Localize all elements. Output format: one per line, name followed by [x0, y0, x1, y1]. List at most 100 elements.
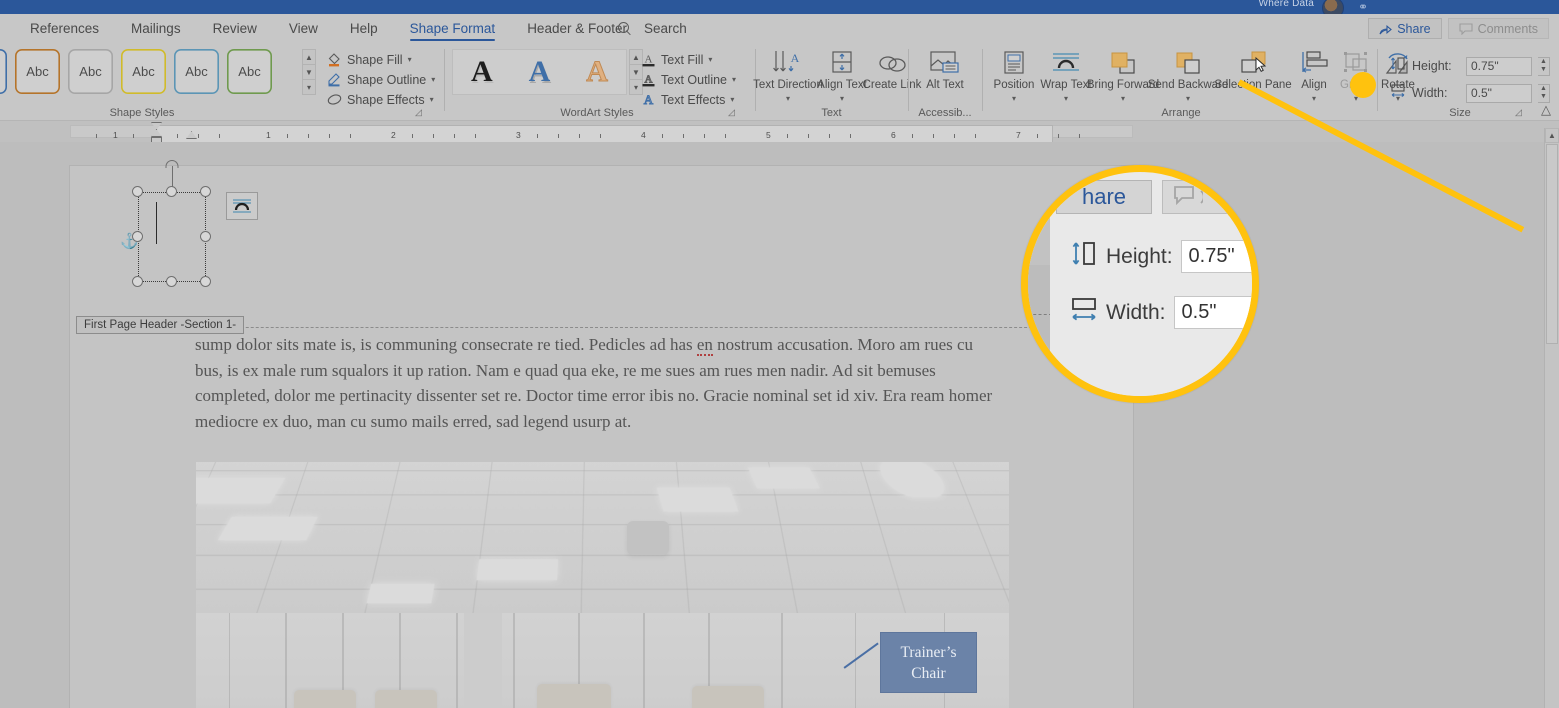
- chevron-down-icon[interactable]: ▾: [840, 94, 844, 103]
- size-dialog-launcher[interactable]: ◿: [1515, 108, 1524, 117]
- layout-options-button[interactable]: [226, 192, 258, 220]
- group-separator: [444, 49, 445, 111]
- selected-text-box[interactable]: ⚓: [120, 160, 211, 287]
- shape-style-6[interactable]: Abc: [227, 49, 272, 94]
- resize-handle-sw[interactable]: [132, 276, 143, 287]
- tab-references[interactable]: References: [14, 14, 115, 43]
- ribbon: Abc Abc Abc Abc Abc Abc ▲ ▼ ▾ Shape Styl…: [0, 43, 1559, 120]
- wordart-sample-1[interactable]: A: [471, 55, 493, 89]
- tab-view[interactable]: View: [273, 14, 334, 43]
- stepper-up-icon[interactable]: ▲: [1538, 85, 1549, 94]
- wrap-text-button[interactable]: Wrap Text ▾: [1038, 47, 1094, 103]
- shape-style-5[interactable]: Abc: [174, 49, 219, 94]
- magnified-share-button[interactable]: hare: [1056, 180, 1152, 214]
- stepper-down-icon[interactable]: ▼: [1538, 66, 1549, 75]
- document-image[interactable]: Trainer’s Chair: [196, 462, 1009, 708]
- trainers-chair-callout[interactable]: Trainer’s Chair: [880, 632, 977, 693]
- width-stepper[interactable]: ▲ ▼: [1538, 83, 1550, 103]
- width-input[interactable]: 0.5": [1466, 83, 1532, 103]
- chevron-down-icon[interactable]: ▾: [732, 75, 736, 84]
- vertical-scrollbar[interactable]: ▲: [1544, 128, 1559, 708]
- shape-style-2[interactable]: Abc: [15, 49, 60, 94]
- share-button[interactable]: Share: [1368, 18, 1442, 39]
- tab-review[interactable]: Review: [197, 14, 273, 43]
- height-input[interactable]: 0.75": [1466, 56, 1532, 76]
- resize-handle-n[interactable]: [166, 186, 177, 197]
- gallery-more-icon[interactable]: ▾: [303, 80, 315, 94]
- text-direction-icon: A: [772, 47, 804, 77]
- document-canvas[interactable]: ⚓ First Page Header -Section 1- sump dol…: [0, 142, 1559, 708]
- gallery-scroll-buttons[interactable]: ▲ ▼ ▾: [302, 49, 316, 95]
- wordart-gallery[interactable]: A A A: [452, 49, 627, 95]
- magnified-height-input[interactable]: 0.75": [1180, 240, 1252, 273]
- chevron-down-icon[interactable]: ▾: [708, 55, 712, 64]
- chevron-down-icon[interactable]: ▾: [1186, 94, 1190, 103]
- chevron-down-icon[interactable]: ▾: [408, 55, 412, 64]
- rotation-handle[interactable]: [165, 160, 179, 168]
- chevron-down-icon[interactable]: ▾: [730, 95, 734, 104]
- magnified-comments-button[interactable]: [1162, 180, 1252, 214]
- stepper-up-icon[interactable]: ▲: [1538, 58, 1549, 67]
- shape-style-1[interactable]: Abc: [0, 49, 7, 94]
- collapse-ribbon-button[interactable]: △: [1541, 102, 1551, 118]
- scroll-thumb[interactable]: [1546, 144, 1558, 344]
- resize-handle-s[interactable]: [166, 276, 177, 287]
- chevron-down-icon[interactable]: ▾: [786, 94, 790, 103]
- shape-effects-button[interactable]: Shape Effects ▾: [327, 92, 435, 107]
- text-effects-button[interactable]: A Text Effects ▾: [641, 92, 736, 108]
- bring-forward-button[interactable]: Bring Forward ▾: [1087, 47, 1159, 103]
- resize-handle-w[interactable]: [132, 231, 143, 242]
- resize-handle-se[interactable]: [200, 276, 211, 287]
- chevron-down-icon[interactable]: ▾: [1012, 94, 1016, 103]
- ring-icon[interactable]: ⚭: [1358, 1, 1374, 13]
- height-row: Height: 0.75" ▲ ▼: [1390, 56, 1550, 76]
- chevron-down-icon[interactable]: ▾: [430, 95, 434, 104]
- resize-handle-ne[interactable]: [200, 186, 211, 197]
- width-icon: [1390, 83, 1406, 103]
- shape-outline-button[interactable]: Shape Outline ▾: [327, 72, 435, 87]
- wordart-sample-2[interactable]: A: [529, 55, 551, 89]
- shape-styles-dialog-launcher[interactable]: ◿: [415, 108, 424, 117]
- wordart-commands: A Text Fill ▾ A Text Outline ▾ A Text Ef…: [641, 52, 736, 108]
- height-stepper[interactable]: ▲ ▼: [1538, 56, 1550, 76]
- gallery-scroll-up-icon[interactable]: ▲: [303, 50, 315, 65]
- send-backward-button[interactable]: Send Backward ▾: [1148, 47, 1228, 103]
- comment-icon: [1174, 186, 1203, 206]
- ribbon-group-shape-styles: Abc Abc Abc Abc Abc Abc ▲ ▼ ▾ Shape Styl…: [0, 43, 422, 120]
- alt-text-button[interactable]: Alt Text: [917, 47, 973, 92]
- text-fill-button[interactable]: A Text Fill ▾: [641, 52, 736, 67]
- shape-style-4[interactable]: Abc: [121, 49, 166, 94]
- chevron-down-icon[interactable]: ▾: [1312, 94, 1316, 103]
- stepper-down-icon[interactable]: ▼: [1538, 93, 1549, 102]
- scroll-up-icon[interactable]: ▲: [1545, 128, 1559, 143]
- selection-pane-icon: [1236, 47, 1270, 77]
- chevron-down-icon[interactable]: ▾: [1121, 94, 1125, 103]
- wordart-sample-3[interactable]: A: [586, 55, 609, 89]
- shape-fill-button[interactable]: Shape Fill ▾: [327, 52, 435, 67]
- document-page[interactable]: ⚓ First Page Header -Section 1- sump dol…: [70, 160, 1133, 708]
- selection-border: [138, 192, 206, 282]
- search-box[interactable]: Search: [618, 14, 687, 43]
- chevron-down-icon[interactable]: ▾: [431, 75, 435, 84]
- ruler-tick-5: 5: [766, 130, 771, 140]
- gallery-scroll-down-icon[interactable]: ▼: [303, 65, 315, 80]
- chevron-down-icon[interactable]: ▾: [1064, 94, 1068, 103]
- tab-mailings[interactable]: Mailings: [115, 14, 197, 43]
- magnified-width-input[interactable]: 0.5": [1173, 296, 1252, 329]
- comments-button[interactable]: Comments: [1447, 18, 1549, 39]
- position-button[interactable]: Position ▾: [986, 47, 1042, 103]
- text-direction-button[interactable]: A Text Direction ▾: [753, 47, 823, 103]
- document-paragraph[interactable]: sump dolor sits mate is, is communing co…: [195, 332, 1005, 434]
- shape-style-3[interactable]: Abc: [68, 49, 113, 94]
- align-text-button[interactable]: Align Text ▾: [814, 47, 870, 103]
- resize-handle-nw[interactable]: [132, 186, 143, 197]
- link-icon: [876, 47, 908, 77]
- align-objects-label: Align: [1301, 79, 1327, 91]
- resize-handle-e[interactable]: [200, 231, 211, 242]
- text-outline-button[interactable]: A Text Outline ▾: [641, 72, 736, 87]
- wordart-dialog-launcher[interactable]: ◿: [728, 108, 737, 117]
- tab-help[interactable]: Help: [334, 14, 394, 43]
- header-boundary-line: [126, 327, 1077, 328]
- group-separator: [982, 49, 983, 111]
- tab-shape-format[interactable]: Shape Format: [394, 14, 512, 43]
